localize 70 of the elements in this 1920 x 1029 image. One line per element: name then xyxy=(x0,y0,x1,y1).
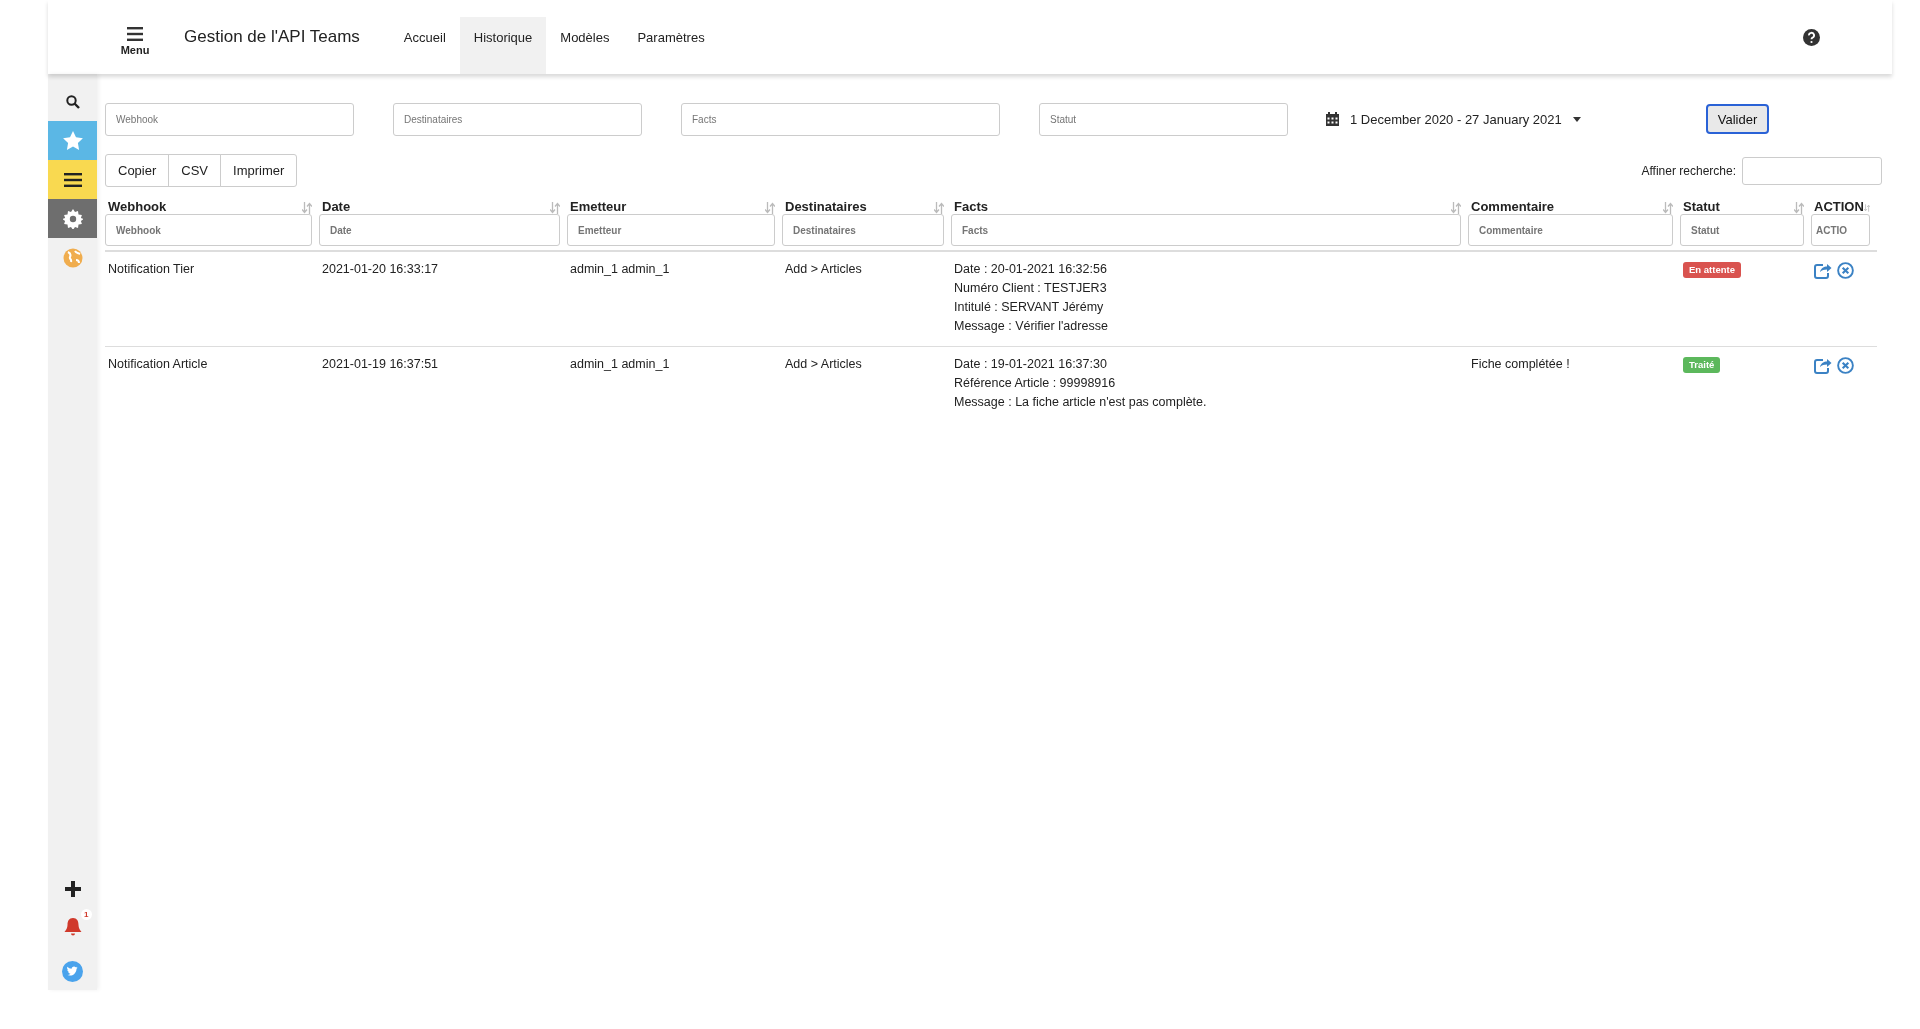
nav-tab[interactable]: Accueil xyxy=(389,17,460,74)
search-field[interactable] xyxy=(1742,156,1882,185)
plus-icon[interactable] xyxy=(64,881,81,897)
table-cell-text: Add > Articles xyxy=(785,261,863,278)
globe-icon xyxy=(62,247,83,268)
table-cell-text: Add > Articles xyxy=(785,356,863,373)
filter-field[interactable]: Facts xyxy=(681,102,1000,136)
column-header[interactable]: Date xyxy=(322,199,351,214)
column-filter-field[interactable]: Destinataires xyxy=(782,214,944,246)
fact-line: Date : 19-01-2021 16:37:30 xyxy=(954,356,1107,373)
nav-tab[interactable]: Paramètres xyxy=(623,17,719,74)
search-label: Affiner recherche: xyxy=(1641,163,1736,178)
column-filter-field[interactable]: Commentaire xyxy=(1468,214,1673,246)
calendar-icon xyxy=(1326,112,1339,126)
status-badge: Traité xyxy=(1683,357,1721,373)
app-title: Gestion de l'API Teams xyxy=(184,27,360,47)
column-header[interactable]: ACTION xyxy=(1814,199,1864,214)
sidebar-item[interactable] xyxy=(48,160,97,199)
status-badge: En attente xyxy=(1683,262,1741,278)
column-header[interactable]: Commentaire xyxy=(1471,199,1555,214)
fact-line: Numéro Client : TESTJER3 xyxy=(954,280,1107,297)
fact-line: Intitulé : SERVANT Jérémy xyxy=(954,299,1104,316)
close-icon[interactable] xyxy=(1837,357,1854,374)
table-cell-text: admin_1 admin_1 xyxy=(570,356,671,373)
fact-line: Référence Article : 99998916 xyxy=(954,375,1116,392)
date-range-picker[interactable]: 1 December 2020 - 27 January 2021 xyxy=(1350,111,1562,127)
filter-field[interactable]: Statut xyxy=(1039,102,1288,136)
fact-line: Message : La fiche article n'est pas complète. xyxy=(954,394,1207,411)
column-header[interactable]: Webhook xyxy=(108,199,167,214)
column-filter-field[interactable]: Facts xyxy=(951,214,1461,246)
filter-field[interactable]: Destinataires xyxy=(393,102,642,136)
nav-tab[interactable]: Historique xyxy=(459,17,547,74)
bird-icon[interactable] xyxy=(62,961,83,982)
caret-icon[interactable] xyxy=(1572,116,1581,122)
menu-label[interactable]: Menu xyxy=(120,43,150,56)
table-cell-text: admin_1 admin_1 xyxy=(570,261,671,278)
column-header[interactable]: Destinataires xyxy=(785,199,867,214)
column-filter-field[interactable]: Statut xyxy=(1680,214,1804,246)
gear-icon xyxy=(62,208,83,229)
nav-tab[interactable]: Modèles xyxy=(546,17,624,74)
search-icon xyxy=(65,94,80,109)
notification-badge: 1 xyxy=(81,909,92,920)
list-icon xyxy=(63,172,82,187)
table-cell: Fiche complétée ! xyxy=(1471,357,1570,371)
column-header[interactable]: Emetteur xyxy=(570,199,627,214)
export-button[interactable]: Copier xyxy=(105,154,170,187)
menu-icon[interactable] xyxy=(127,26,143,41)
table-cell-text: 2021-01-19 16:37:51 xyxy=(322,356,440,373)
column-header[interactable]: Statut xyxy=(1683,199,1720,214)
column-filter-field[interactable]: Date xyxy=(319,214,560,246)
bell-icon[interactable] xyxy=(63,917,82,937)
fact-line: Message : Vérifier l'adresse xyxy=(954,318,1108,335)
column-filter-field[interactable]: Emetteur xyxy=(567,214,775,246)
export-button[interactable]: Imprimer xyxy=(220,154,298,187)
column-header[interactable]: Facts xyxy=(954,199,988,214)
close-icon[interactable] xyxy=(1837,262,1854,279)
export-button[interactable]: CSV xyxy=(168,154,222,187)
fact-line: Date : 20-01-2021 16:32:56 xyxy=(954,261,1107,278)
filter-field[interactable]: Webhook xyxy=(105,102,354,136)
help-icon[interactable] xyxy=(1803,28,1820,46)
share-icon[interactable] xyxy=(1814,357,1832,374)
column-filter-field[interactable]: ACTIO xyxy=(1811,214,1870,246)
submit-button[interactable]: Valider xyxy=(1705,104,1770,134)
column-filter-field[interactable]: Webhook xyxy=(105,214,312,246)
table-cell-text: Notification Tier xyxy=(108,261,196,278)
star-icon xyxy=(62,131,83,150)
table-cell-text: 2021-01-20 16:33:17 xyxy=(322,261,440,278)
share-icon[interactable] xyxy=(1814,262,1832,279)
table-cell-text: Notification Article xyxy=(108,356,209,373)
sidebar-item[interactable] xyxy=(48,199,97,238)
